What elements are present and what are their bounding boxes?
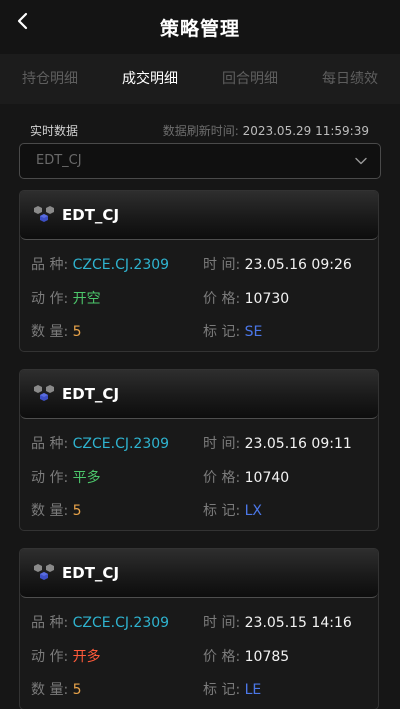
action-label: 动 作: bbox=[31, 291, 69, 307]
mark-label: 标 记: bbox=[203, 682, 241, 698]
action-field: 动 作: 平多 bbox=[31, 467, 101, 487]
tab-daily-performance[interactable]: 每日绩效 bbox=[300, 54, 400, 104]
time-label: 时 间: bbox=[203, 257, 241, 273]
trade-card: EDT_CJ 品 种: CZCE.CJ.2309 时 间: 23.05.16 0… bbox=[19, 369, 379, 531]
tab-bar: 持仓明细 成交明细 回合明细 每日绩效 bbox=[0, 54, 400, 104]
action-value: 开空 bbox=[72, 291, 101, 307]
quantity-label: 数 量: bbox=[31, 324, 69, 340]
price-label: 价 格: bbox=[203, 470, 241, 486]
action-label: 动 作: bbox=[31, 649, 69, 665]
strategy-select[interactable]: EDT_CJ bbox=[19, 143, 381, 179]
strategy-select-value: EDT_CJ bbox=[36, 153, 82, 168]
action-value: 平多 bbox=[72, 470, 101, 486]
action-field: 动 作: 开空 bbox=[31, 288, 101, 308]
tab-trades[interactable]: 成交明细 bbox=[100, 54, 200, 104]
realtime-data-label: 实时数据 bbox=[30, 124, 79, 138]
cubes-icon bbox=[34, 206, 54, 222]
action-value: 开多 bbox=[72, 649, 101, 665]
variety-label: 品 种: bbox=[31, 257, 69, 273]
price-field: 价 格: 10730 bbox=[203, 288, 289, 308]
variety-field: 品 种: CZCE.CJ.2309 bbox=[31, 433, 169, 453]
time-field: 时 间: 23.05.16 09:26 bbox=[203, 254, 352, 274]
price-label: 价 格: bbox=[203, 291, 241, 307]
quantity-value: 5 bbox=[72, 682, 82, 698]
price-label: 价 格: bbox=[203, 649, 241, 665]
quantity-label: 数 量: bbox=[31, 503, 69, 519]
variety-value: CZCE.CJ.2309 bbox=[72, 436, 170, 452]
quantity-field: 数 量: 5 bbox=[31, 679, 82, 699]
mark-field: 标 记: LX bbox=[203, 500, 262, 520]
action-field: 动 作: 开多 bbox=[31, 646, 101, 666]
quantity-value: 5 bbox=[72, 324, 82, 340]
time-value: 23.05.16 09:26 bbox=[244, 257, 352, 273]
trade-card: EDT_CJ 品 种: CZCE.CJ.2309 时 间: 23.05.15 1… bbox=[19, 548, 379, 709]
variety-field: 品 种: CZCE.CJ.2309 bbox=[31, 254, 169, 274]
variety-label: 品 种: bbox=[31, 615, 69, 631]
cubes-icon bbox=[34, 564, 54, 580]
variety-value: CZCE.CJ.2309 bbox=[72, 257, 170, 273]
price-field: 价 格: 10785 bbox=[203, 646, 289, 666]
data-meta-row: 实时数据 数据刷新时间: 2023.05.29 11:59:39 bbox=[0, 122, 400, 140]
page-title: 策略管理 bbox=[159, 18, 240, 40]
mark-value: LE bbox=[244, 682, 262, 698]
quantity-field: 数 量: 5 bbox=[31, 500, 82, 520]
mark-label: 标 记: bbox=[203, 324, 241, 340]
trade-card-title: EDT_CJ bbox=[62, 564, 120, 582]
trade-card-title: EDT_CJ bbox=[62, 385, 120, 403]
trade-card-header: EDT_CJ bbox=[20, 549, 378, 598]
quantity-value: 5 bbox=[72, 503, 82, 519]
chevron-down-icon bbox=[355, 157, 367, 165]
variety-field: 品 种: CZCE.CJ.2309 bbox=[31, 612, 169, 632]
action-label: 动 作: bbox=[31, 470, 69, 486]
trade-card: EDT_CJ 品 种: CZCE.CJ.2309 时 间: 23.05.16 0… bbox=[19, 190, 379, 352]
app-header: 策略管理 bbox=[0, 0, 400, 54]
time-field: 时 间: 23.05.16 09:11 bbox=[203, 433, 352, 453]
price-value: 10730 bbox=[244, 291, 290, 307]
time-field: 时 间: 23.05.15 14:16 bbox=[203, 612, 352, 632]
variety-label: 品 种: bbox=[31, 436, 69, 452]
mark-field: 标 记: SE bbox=[203, 321, 262, 341]
mark-value: SE bbox=[244, 324, 263, 340]
trade-card-header: EDT_CJ bbox=[20, 370, 378, 419]
trade-card-title: EDT_CJ bbox=[62, 206, 120, 224]
refresh-time-value: 2023.05.29 11:59:39 bbox=[242, 124, 369, 138]
variety-value: CZCE.CJ.2309 bbox=[72, 615, 170, 631]
cubes-icon bbox=[34, 385, 54, 401]
time-value: 23.05.16 09:11 bbox=[244, 436, 352, 452]
trade-card-header: EDT_CJ bbox=[20, 191, 378, 240]
tab-positions[interactable]: 持仓明细 bbox=[0, 54, 100, 104]
time-value: 23.05.15 14:16 bbox=[244, 615, 352, 631]
mark-label: 标 记: bbox=[203, 503, 241, 519]
tab-rounds[interactable]: 回合明细 bbox=[200, 54, 300, 104]
refresh-time: 数据刷新时间: 2023.05.29 11:59:39 bbox=[163, 122, 369, 139]
price-value: 10740 bbox=[244, 470, 290, 486]
mark-value: LX bbox=[244, 503, 263, 519]
price-value: 10785 bbox=[244, 649, 290, 665]
price-field: 价 格: 10740 bbox=[203, 467, 289, 487]
time-label: 时 间: bbox=[203, 436, 241, 452]
quantity-label: 数 量: bbox=[31, 682, 69, 698]
refresh-time-label: 数据刷新时间: bbox=[162, 124, 239, 138]
mark-field: 标 记: LE bbox=[203, 679, 261, 699]
time-label: 时 间: bbox=[203, 615, 241, 631]
quantity-field: 数 量: 5 bbox=[31, 321, 82, 341]
